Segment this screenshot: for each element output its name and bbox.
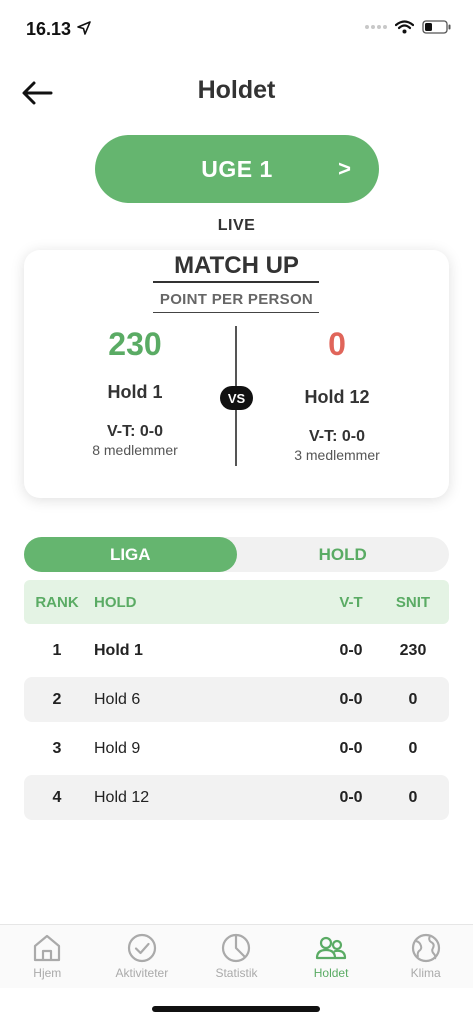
nav-item-klima[interactable]: Klima	[378, 925, 473, 988]
row-rank: 2	[52, 690, 62, 708]
row-snit: 0	[408, 739, 418, 757]
nav-label: Statistik	[215, 966, 258, 980]
matchup-card: MATCH UP POINT PER PERSON 230 Hold 1 V-T…	[24, 250, 449, 498]
table-header: RANK HOLD V-T SNIT	[24, 580, 449, 624]
home-indicator	[152, 1006, 320, 1012]
battery-icon	[422, 20, 451, 34]
header-vt: V-T	[339, 593, 363, 611]
row-vt: 0-0	[339, 641, 363, 659]
tab-hold[interactable]: HOLD	[237, 537, 450, 572]
header: Holdet	[0, 70, 473, 114]
week-selector-button[interactable]: UGE 1 >	[95, 135, 379, 203]
nav-label: Aktiviteter	[115, 966, 169, 980]
row-vt: 0-0	[339, 788, 363, 806]
team-record: V-T: 0-0	[308, 428, 365, 445]
bottom-nav: Hjem Aktiviteter Statistik Holdet Klima	[0, 924, 473, 988]
nav-label: Holdet	[313, 966, 349, 980]
row-hold: Hold 6	[94, 690, 141, 708]
check-circle-icon	[127, 933, 156, 963]
live-label: LIVE	[217, 217, 256, 234]
row-vt: 0-0	[339, 690, 363, 708]
team-score: 0	[328, 326, 346, 362]
globe-icon	[411, 933, 440, 963]
team-name: Hold 12	[304, 387, 370, 407]
nav-label: Klima	[410, 966, 441, 980]
home-icon	[34, 934, 61, 962]
nav-item-aktiviteter[interactable]: Aktiviteter	[95, 925, 190, 988]
team-record: V-T: 0-0	[106, 423, 163, 440]
status-indicators	[365, 20, 451, 34]
team-score: 230	[108, 326, 162, 362]
header-rank: RANK	[35, 593, 79, 611]
header-snit: SNIT	[395, 593, 431, 611]
row-rank: 3	[52, 739, 62, 757]
row-snit: 0	[408, 788, 418, 806]
row-rank: 1	[52, 641, 62, 659]
matchup-subtitle: POINT PER PERSON	[159, 291, 314, 308]
row-vt: 0-0	[339, 739, 363, 757]
week-label: UGE 1	[201, 155, 273, 182]
header-hold: HOLD	[94, 593, 137, 611]
row-hold: Hold 9	[94, 739, 141, 757]
team-members: 8 medlemmer	[92, 442, 178, 458]
row-hold: Hold 1	[94, 641, 143, 659]
row-rank: 4	[52, 788, 62, 806]
divider	[153, 312, 319, 313]
pie-chart-icon	[222, 933, 251, 963]
nav-item-statistik[interactable]: Statistik	[189, 925, 284, 988]
signal-icon	[365, 25, 387, 29]
table-row[interactable]: 1 Hold 1 0-0 230	[24, 628, 449, 673]
team-members: 3 medlemmer	[294, 447, 380, 463]
location-arrow-icon	[77, 21, 91, 35]
page-title: Holdet	[197, 76, 276, 104]
row-snit: 0	[408, 690, 418, 708]
team-icon	[315, 936, 347, 960]
matchup-title: MATCH UP	[174, 252, 299, 279]
status-time: 16.13	[26, 19, 72, 39]
tab-liga[interactable]: LIGA	[24, 537, 237, 572]
wifi-icon	[395, 20, 414, 34]
standings-table: RANK HOLD V-T SNIT 1 Hold 1 0-0 230 2 Ho…	[24, 580, 449, 820]
nav-item-holdet[interactable]: Holdet	[284, 925, 379, 988]
chevron-right-icon: >	[338, 156, 351, 181]
nav-label: Hjem	[33, 966, 62, 980]
row-hold: Hold 12	[94, 788, 150, 806]
table-row[interactable]: 3 Hold 9 0-0 0	[24, 726, 449, 771]
divider	[153, 281, 319, 283]
table-row[interactable]: 4 Hold 12 0-0 0	[24, 775, 449, 820]
team-left: 230 Hold 1 V-T: 0-0 8 medlemmer	[40, 326, 230, 458]
team-name: Hold 1	[107, 382, 163, 402]
status-bar: 16.13	[0, 0, 473, 52]
row-snit: 230	[399, 641, 427, 659]
table-row[interactable]: 2 Hold 6 0-0 0	[24, 677, 449, 722]
segmented-tabs: LIGA HOLD	[24, 537, 449, 572]
nav-item-hjem[interactable]: Hjem	[0, 925, 95, 988]
team-right: 0 Hold 12 V-T: 0-0 3 medlemmer	[242, 326, 432, 463]
